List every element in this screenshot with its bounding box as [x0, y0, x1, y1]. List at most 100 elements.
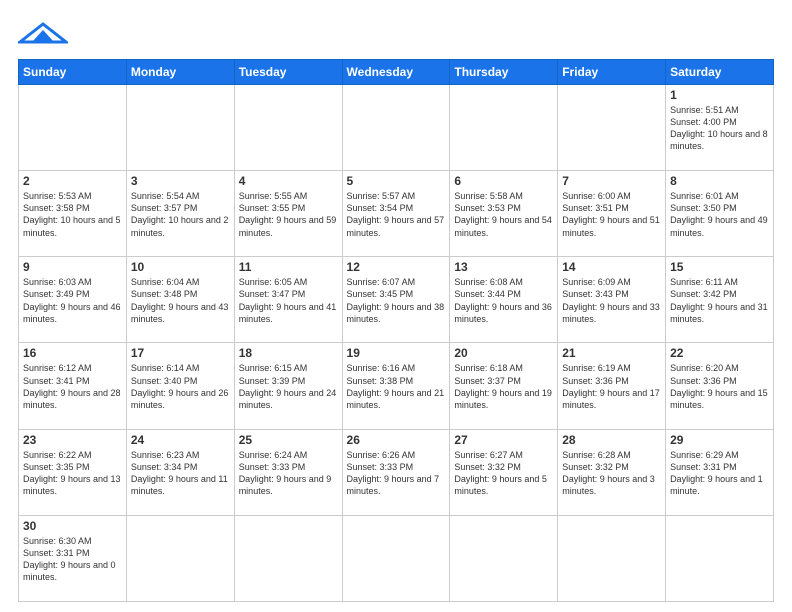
day-number: 2: [23, 174, 122, 188]
day-info: Sunrise: 5:54 AM Sunset: 3:57 PM Dayligh…: [131, 190, 230, 239]
calendar-cell: 18Sunrise: 6:15 AM Sunset: 3:39 PM Dayli…: [234, 343, 342, 429]
day-info: Sunrise: 5:58 AM Sunset: 3:53 PM Dayligh…: [454, 190, 553, 239]
day-info: Sunrise: 6:12 AM Sunset: 3:41 PM Dayligh…: [23, 362, 122, 411]
logo: [18, 22, 68, 49]
day-info: Sunrise: 6:29 AM Sunset: 3:31 PM Dayligh…: [670, 449, 769, 498]
day-number: 16: [23, 346, 122, 360]
calendar-cell: 14 Sunrise: 6:09 AM Sunset: 3:43 PM Dayli…: [558, 257, 666, 343]
weekday-header-sunday: Sunday: [19, 60, 127, 85]
day-info: Sunrise: 5:51 AM Sunset: 4:00 PM Dayligh…: [670, 104, 769, 153]
weekday-header-monday: Monday: [126, 60, 234, 85]
calendar-cell: [666, 515, 774, 601]
weekday-header-saturday: Saturday: [666, 60, 774, 85]
calendar-cell: [126, 85, 234, 171]
calendar-cell: [126, 515, 234, 601]
day-number: 5: [347, 174, 446, 188]
weekday-header-tuesday: Tuesday: [234, 60, 342, 85]
calendar-cell: 24 Sunrise: 6:23 AM Sunset: 3:34 PM Dayli…: [126, 429, 234, 515]
day-number: 12: [347, 260, 446, 274]
day-info: Sunrise: 6:05 AM Sunset: 3:47 PM Dayligh…: [239, 276, 338, 325]
calendar-cell: 16 Sunrise: 6:12 AM Sunset: 3:41 PM Dayli…: [19, 343, 127, 429]
calendar-cell: 29 Sunrise: 6:29 AM Sunset: 3:31 PM Dayli…: [666, 429, 774, 515]
calendar-cell: [450, 85, 558, 171]
day-number: 7: [562, 174, 661, 188]
day-number: 11: [239, 260, 338, 274]
day-number: 4: [239, 174, 338, 188]
day-number: 3: [131, 174, 230, 188]
day-number: 14: [562, 260, 661, 274]
calendar-cell: [19, 85, 127, 171]
day-info: Sunrise: 6:30 AM Sunset: 3:31 PM Dayligh…: [23, 535, 122, 584]
day-number: 10: [131, 260, 230, 274]
day-info: Sunrise: 6:07 AM Sunset: 3:45 PM Dayligh…: [347, 276, 446, 325]
calendar-cell: [342, 515, 450, 601]
week-row-4: 23Sunrise: 6:22 AM Sunset: 3:35 PM Dayli…: [19, 429, 774, 515]
day-info: Sunrise: 6:24 AM Sunset: 3:33 PM Dayligh…: [239, 449, 338, 498]
day-number: 23: [23, 433, 122, 447]
calendar-cell: 3 Sunrise: 5:54 AM Sunset: 3:57 PM Daylig…: [126, 171, 234, 257]
calendar-cell: 1 Sunrise: 5:51 AM Sunset: 4:00 PM Daylig…: [666, 85, 774, 171]
calendar-cell: [342, 85, 450, 171]
day-info: Sunrise: 6:14 AM Sunset: 3:40 PM Dayligh…: [131, 362, 230, 411]
logo-graphic: [18, 22, 68, 44]
weekday-header-thursday: Thursday: [450, 60, 558, 85]
day-number: 24: [131, 433, 230, 447]
day-number: 30: [23, 519, 122, 533]
day-number: 29: [670, 433, 769, 447]
day-number: 1: [670, 88, 769, 102]
calendar-cell: 27Sunrise: 6:27 AM Sunset: 3:32 PM Dayli…: [450, 429, 558, 515]
day-number: 25: [239, 433, 338, 447]
calendar-cell: 12 Sunrise: 6:07 AM Sunset: 3:45 PM Dayli…: [342, 257, 450, 343]
calendar-cell: 10Sunrise: 6:04 AM Sunset: 3:48 PM Dayli…: [126, 257, 234, 343]
day-number: 20: [454, 346, 553, 360]
week-row-1: 2Sunrise: 5:53 AM Sunset: 3:58 PM Daylig…: [19, 171, 774, 257]
day-number: 26: [347, 433, 446, 447]
weekday-header-row: SundayMondayTuesdayWednesdayThursdayFrid…: [19, 60, 774, 85]
calendar-cell: [558, 515, 666, 601]
weekday-header-wednesday: Wednesday: [342, 60, 450, 85]
day-info: Sunrise: 6:16 AM Sunset: 3:38 PM Dayligh…: [347, 362, 446, 411]
week-row-0: 1 Sunrise: 5:51 AM Sunset: 4:00 PM Daylig…: [19, 85, 774, 171]
day-number: 15: [670, 260, 769, 274]
calendar-cell: 23Sunrise: 6:22 AM Sunset: 3:35 PM Dayli…: [19, 429, 127, 515]
calendar-cell: 17 Sunrise: 6:14 AM Sunset: 3:40 PM Dayli…: [126, 343, 234, 429]
calendar-cell: 9Sunrise: 6:03 AM Sunset: 3:49 PM Daylig…: [19, 257, 127, 343]
calendar-cell: 7 Sunrise: 6:00 AM Sunset: 3:51 PM Daylig…: [558, 171, 666, 257]
calendar-cell: 6Sunrise: 5:58 AM Sunset: 3:53 PM Daylig…: [450, 171, 558, 257]
day-info: Sunrise: 6:09 AM Sunset: 3:43 PM Dayligh…: [562, 276, 661, 325]
week-row-5: 30 Sunrise: 6:30 AM Sunset: 3:31 PM Dayli…: [19, 515, 774, 601]
day-number: 8: [670, 174, 769, 188]
day-info: Sunrise: 6:19 AM Sunset: 3:36 PM Dayligh…: [562, 362, 661, 411]
day-number: 17: [131, 346, 230, 360]
day-info: Sunrise: 6:01 AM Sunset: 3:50 PM Dayligh…: [670, 190, 769, 239]
day-info: Sunrise: 6:20 AM Sunset: 3:36 PM Dayligh…: [670, 362, 769, 411]
day-number: 21: [562, 346, 661, 360]
day-number: 13: [454, 260, 553, 274]
calendar-cell: 2Sunrise: 5:53 AM Sunset: 3:58 PM Daylig…: [19, 171, 127, 257]
day-info: Sunrise: 6:18 AM Sunset: 3:37 PM Dayligh…: [454, 362, 553, 411]
calendar-cell: 4Sunrise: 5:55 AM Sunset: 3:55 PM Daylig…: [234, 171, 342, 257]
calendar-cell: 15 Sunrise: 6:11 AM Sunset: 3:42 PM Dayli…: [666, 257, 774, 343]
day-info: Sunrise: 6:00 AM Sunset: 3:51 PM Dayligh…: [562, 190, 661, 239]
calendar-cell: 11 Sunrise: 6:05 AM Sunset: 3:47 PM Dayli…: [234, 257, 342, 343]
calendar-cell: 30 Sunrise: 6:30 AM Sunset: 3:31 PM Dayli…: [19, 515, 127, 601]
day-info: Sunrise: 6:11 AM Sunset: 3:42 PM Dayligh…: [670, 276, 769, 325]
day-number: 22: [670, 346, 769, 360]
calendar-cell: 20 Sunrise: 6:18 AM Sunset: 3:37 PM Dayli…: [450, 343, 558, 429]
calendar-cell: [450, 515, 558, 601]
day-info: Sunrise: 6:27 AM Sunset: 3:32 PM Dayligh…: [454, 449, 553, 498]
day-info: Sunrise: 6:23 AM Sunset: 3:34 PM Dayligh…: [131, 449, 230, 498]
week-row-3: 16 Sunrise: 6:12 AM Sunset: 3:41 PM Dayli…: [19, 343, 774, 429]
calendar-cell: [558, 85, 666, 171]
day-info: Sunrise: 6:08 AM Sunset: 3:44 PM Dayligh…: [454, 276, 553, 325]
calendar-cell: 8 Sunrise: 6:01 AM Sunset: 3:50 PM Daylig…: [666, 171, 774, 257]
calendar-cell: 28Sunrise: 6:28 AM Sunset: 3:32 PM Dayli…: [558, 429, 666, 515]
header: [18, 18, 774, 49]
page: SundayMondayTuesdayWednesdayThursdayFrid…: [0, 0, 792, 612]
day-number: 19: [347, 346, 446, 360]
week-row-2: 9Sunrise: 6:03 AM Sunset: 3:49 PM Daylig…: [19, 257, 774, 343]
day-number: 28: [562, 433, 661, 447]
calendar-cell: 13 Sunrise: 6:08 AM Sunset: 3:44 PM Dayli…: [450, 257, 558, 343]
calendar-cell: [234, 85, 342, 171]
calendar-cell: 5Sunrise: 5:57 AM Sunset: 3:54 PM Daylig…: [342, 171, 450, 257]
